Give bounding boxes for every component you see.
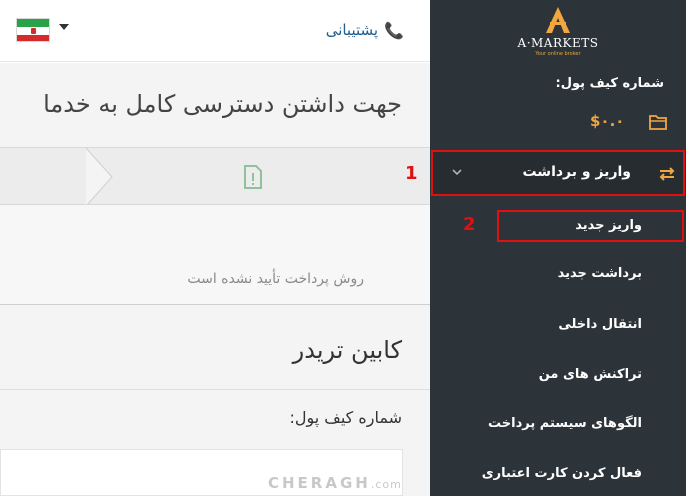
brand-logo[interactable]: A·MARKETS Your online broker (508, 4, 608, 60)
chevron-down-icon (452, 169, 462, 176)
submenu-new-deposit[interactable]: واریز جدید (575, 218, 642, 233)
submenu-my-transactions[interactable]: تراکنش های من (539, 367, 642, 382)
logo-tagline: Your online broker (535, 51, 581, 57)
submenu-new-withdraw[interactable]: برداشت جدید (558, 266, 642, 281)
annotation-step-2: 2 (463, 214, 476, 235)
banner-title: جهت داشتن دسترسی کامل به خدما (43, 90, 402, 118)
document-alert-icon (244, 165, 262, 189)
divider (0, 389, 430, 390)
logo-text: A·MARKETS (517, 36, 599, 50)
main-body: جهت داشتن دسترسی کامل به خدما روش پرداخت… (0, 63, 430, 496)
payment-method-status: روش پرداخت تأیید نشده است (187, 271, 364, 287)
submenu-payment-patterns[interactable]: الگوهای سیستم پرداخت (488, 416, 642, 431)
phone-icon: 📞 (384, 20, 404, 40)
watermark-suffix: .com (370, 478, 402, 491)
support-label: پشتیبانی (325, 21, 379, 39)
watermark: CHERAGH.com (268, 474, 402, 492)
step-divider-chevron (86, 148, 113, 206)
watermark-text: CHERAGH (268, 474, 371, 492)
verification-steps-bar (0, 147, 430, 206)
exchange-arrows-icon (659, 167, 675, 181)
annotation-step-1: 1 (405, 163, 418, 184)
main-content: 📞 پشتیبانی جهت داشتن دسترسی کامل به خدما… (0, 0, 430, 496)
cabin-title: کابین تریدر (292, 336, 402, 364)
wallet-number-label: شماره کیف پول: (289, 408, 402, 427)
sidebar: A·MARKETS Your online broker شماره کیف پ… (430, 0, 686, 496)
menu-deposit-withdraw[interactable]: واریز و برداشت (431, 150, 685, 196)
menu-deposit-withdraw-label: واریز و برداشت (522, 164, 631, 180)
wallet-balance: $۰.۰ (590, 112, 625, 130)
caret-down-icon[interactable] (59, 24, 69, 30)
submenu-activate-credit-card[interactable]: فعال کردن کارت اعتباری (482, 466, 642, 481)
folder-icon (649, 115, 667, 130)
logo-a-icon (546, 7, 570, 33)
submenu-internal-transfer[interactable]: انتقال داخلی (558, 317, 642, 332)
screen: 📞 پشتیبانی جهت داشتن دسترسی کامل به خدما… (0, 0, 686, 496)
support-link[interactable]: 📞 پشتیبانی (326, 18, 404, 42)
sidebar-wallet-label: شماره کیف پول: (555, 76, 664, 91)
top-bar: 📞 پشتیبانی (0, 0, 430, 62)
iran-flag-icon[interactable] (16, 18, 50, 42)
payment-method-panel: روش پرداخت تأیید نشده است (0, 205, 430, 305)
